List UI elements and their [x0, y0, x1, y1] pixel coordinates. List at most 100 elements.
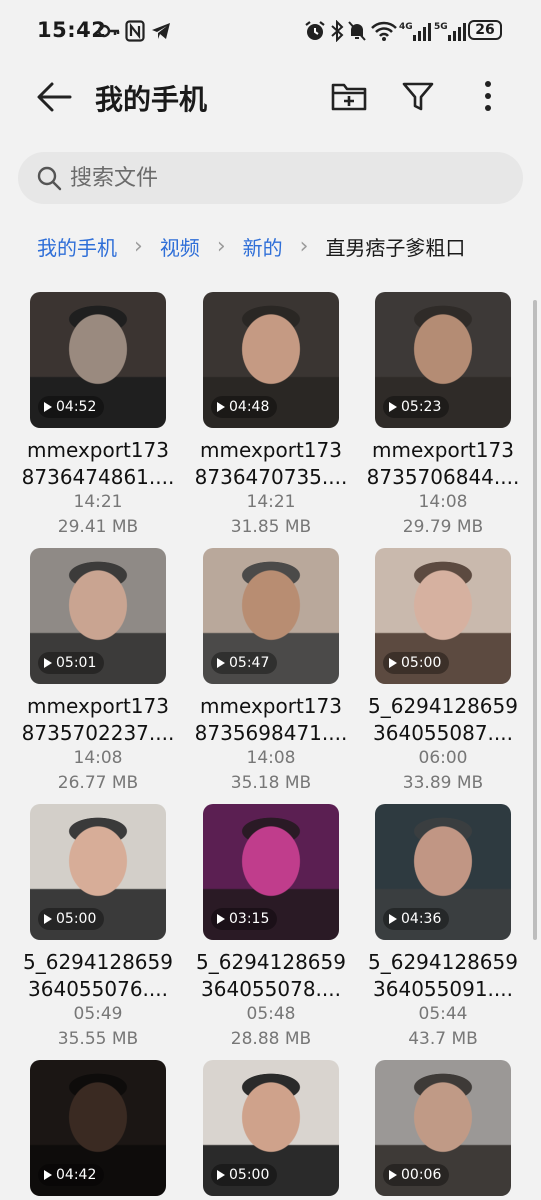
file-modified-time: 05:48 — [246, 1004, 296, 1024]
file-name: mmexport173 8735706844.... — [366, 438, 520, 489]
file-size: 35.18 MB — [230, 773, 312, 793]
duration-badge: 03:15 — [211, 908, 278, 930]
search-input[interactable] — [70, 152, 510, 204]
mute-icon — [348, 21, 366, 41]
back-arrow-icon[interactable] — [34, 79, 74, 115]
key-icon — [97, 24, 120, 38]
video-thumbnail[interactable]: 05:00 — [30, 804, 166, 940]
wifi-icon — [371, 21, 397, 41]
play-icon — [44, 1170, 52, 1180]
bluetooth-icon — [331, 20, 344, 42]
play-icon — [389, 658, 397, 668]
file-modified-time: 06:00 — [418, 748, 468, 768]
chevron-right-icon: › — [134, 233, 143, 259]
play-icon — [217, 914, 225, 924]
file-name: 5_6294128659 364055078.... — [196, 950, 346, 1001]
telegram-icon — [152, 23, 170, 39]
breadcrumb: 我的手机 › 视频 › 新的 › 直男痞子爹粗口 — [37, 228, 465, 264]
video-duration: 04:48 — [229, 399, 270, 415]
file-size: 29.41 MB — [57, 517, 139, 537]
play-icon — [44, 914, 52, 924]
status-bar: 15:42 4G 5G 26 — [0, 0, 541, 64]
file-modified-time: 14:08 — [73, 748, 123, 768]
video-duration: 05:47 — [229, 655, 270, 671]
video-duration: 00:06 — [401, 1167, 442, 1183]
play-icon — [44, 658, 52, 668]
scrollbar[interactable] — [533, 300, 537, 940]
chevron-right-icon: › — [216, 233, 226, 259]
video-thumbnail[interactable]: 00:06 — [375, 1060, 511, 1196]
duration-badge: 04:48 — [211, 396, 278, 418]
video-thumbnail[interactable]: 03:15 — [203, 804, 339, 940]
video-thumbnail[interactable]: 05:00 — [375, 548, 511, 684]
nfc-icon — [125, 20, 145, 42]
video-duration: 05:00 — [401, 655, 442, 671]
duration-badge: 05:00 — [38, 908, 105, 930]
file-name: 5_6294128659 364055087.... — [368, 694, 518, 745]
file-name: mmexport173 8736474861.... — [21, 438, 175, 489]
file-modified-time: 14:08 — [246, 748, 296, 768]
chevron-right-icon: › — [299, 233, 309, 259]
search-bar[interactable] — [18, 152, 523, 204]
duration-badge: 04:42 — [38, 1164, 105, 1186]
file-modified-time: 05:44 — [418, 1004, 468, 1024]
video-duration: 03:15 — [229, 911, 270, 927]
play-icon — [217, 1170, 225, 1180]
alarm-icon — [305, 21, 325, 40]
page-title: 我的手机 — [95, 83, 208, 116]
file-modified-time: 14:21 — [246, 492, 296, 512]
duration-badge: 05:47 — [211, 652, 278, 674]
duration-badge: 04:36 — [383, 908, 450, 930]
play-icon — [217, 658, 225, 668]
video-thumbnail[interactable]: 05:23 — [375, 292, 511, 428]
file-size: 43.7 MB — [408, 1029, 478, 1049]
breadcrumb-item[interactable]: 视频 — [160, 232, 200, 261]
video-thumbnail[interactable]: 05:00 — [203, 1060, 339, 1196]
signal-5g-icon: 5G — [434, 22, 466, 41]
breadcrumb-item: 直男痞子爹粗口 — [325, 235, 466, 260]
battery-indicator: 26 — [468, 20, 502, 40]
play-icon — [389, 1170, 397, 1180]
video-thumbnail[interactable]: 05:47 — [203, 548, 339, 684]
file-size: 35.55 MB — [57, 1029, 139, 1049]
breadcrumb-item[interactable]: 新的 — [243, 232, 283, 261]
duration-badge: 04:52 — [38, 396, 105, 418]
play-icon — [44, 402, 52, 412]
video-duration: 04:36 — [401, 911, 442, 927]
file-name: 5_6294128659 364055091.... — [368, 950, 518, 1001]
file-size: 29.79 MB — [402, 517, 484, 537]
file-size: 28.88 MB — [230, 1029, 312, 1049]
signal-4g-icon: 4G — [399, 22, 431, 41]
breadcrumb-item[interactable]: 我的手机 — [37, 232, 117, 261]
svg-text:4G: 4G — [399, 22, 413, 32]
play-icon — [389, 402, 397, 412]
play-icon — [217, 402, 225, 412]
svg-text:5G: 5G — [434, 22, 448, 32]
more-options-icon[interactable] — [468, 76, 508, 116]
video-thumbnail[interactable]: 05:01 — [30, 548, 166, 684]
file-name: mmexport173 8735702237.... — [21, 694, 175, 745]
video-duration: 05:00 — [56, 911, 97, 927]
play-icon — [389, 914, 397, 924]
file-size: 33.89 MB — [402, 773, 484, 793]
video-duration: 05:00 — [229, 1167, 270, 1183]
duration-badge: 05:23 — [383, 396, 450, 418]
video-thumbnail[interactable]: 04:52 — [30, 292, 166, 428]
duration-badge: 05:00 — [383, 652, 450, 674]
video-thumbnail[interactable]: 04:36 — [375, 804, 511, 940]
duration-badge: 00:06 — [383, 1164, 450, 1186]
video-duration: 04:52 — [56, 399, 97, 415]
new-folder-icon[interactable] — [329, 76, 369, 116]
file-name: 5_6294128659 364055076.... — [23, 950, 173, 1001]
filter-icon[interactable] — [398, 76, 438, 116]
video-thumbnail[interactable]: 04:48 — [203, 292, 339, 428]
duration-badge: 05:01 — [38, 652, 105, 674]
duration-badge: 05:00 — [211, 1164, 278, 1186]
video-duration: 05:01 — [56, 655, 97, 671]
video-duration: 05:23 — [401, 399, 442, 415]
video-duration: 04:42 — [56, 1167, 97, 1183]
search-icon — [37, 166, 62, 191]
status-time: 15:42 — [37, 18, 107, 42]
file-name: mmexport173 8735698471.... — [194, 694, 348, 745]
video-thumbnail[interactable]: 04:42 — [30, 1060, 166, 1196]
